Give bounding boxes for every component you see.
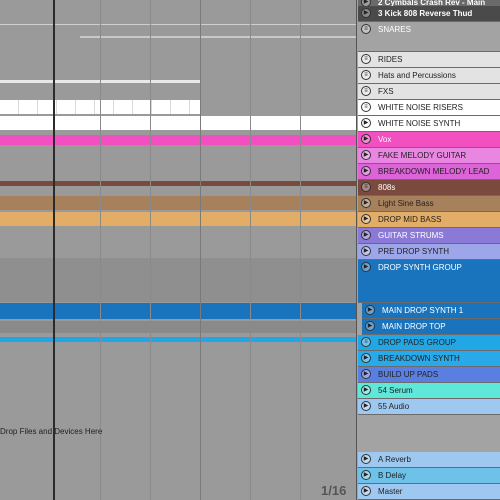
track-name: DROP PADS GROUP [378,338,456,347]
play-icon[interactable]: ▶ [361,454,371,464]
grid-line [100,0,101,500]
track-header[interactable]: ≡ WHITE NOISE RISERS [358,100,500,116]
track-header[interactable]: ▶ Light Sine Bass [358,196,500,212]
track-header[interactable]: ▶ BREAKDOWN MELODY LEAD [358,164,500,180]
track-header[interactable]: ▶ Master [358,484,500,500]
track-header[interactable]: ▶ 55 Audio [358,399,500,415]
track-name: WHITE NOISE RISERS [378,103,463,112]
track-header[interactable]: ▶ 3 Kick 808 Reverse Thud [358,6,500,22]
track-header[interactable]: ≡ Hats and Percussions [358,68,500,84]
track-name: Master [378,487,403,496]
track-name: BREAKDOWN MELODY LEAD [378,167,490,176]
track-headers-empty-area[interactable] [358,415,500,452]
track-header[interactable]: ≡ DROP PADS GROUP [358,335,500,351]
track-name: RIDES [378,55,403,64]
play-icon[interactable]: ▶ [361,385,371,395]
track-name: 55 Audio [378,402,410,411]
track-header[interactable]: ▶ MAIN DROP SYNTH 1 [362,303,500,319]
play-icon[interactable]: ▶ [361,118,371,128]
track-header[interactable]: ▶ B Delay [358,468,500,484]
track-header[interactable]: ▶ MAIN DROP TOP [362,319,500,335]
play-icon[interactable]: ▶ [365,321,375,331]
track-header[interactable]: ▶ DROP MID BASS [358,212,500,228]
track-header[interactable]: ▶ Vox [358,132,500,148]
track-header[interactable]: ▶ 54 Serum [358,383,500,399]
group-icon[interactable]: ≡ [361,86,371,96]
track-name: B Delay [378,471,407,480]
track-header[interactable]: ≡ FXS [358,84,500,100]
group-icon[interactable]: ≡ [361,24,371,34]
play-icon[interactable]: ▶ [361,214,371,224]
play-icon[interactable]: ▶ [361,369,371,379]
track-name: FXS [378,87,394,96]
track-header[interactable]: ▶ BUILD UP PADS [358,367,500,383]
track-name: 54 Serum [378,386,413,395]
track-name: 808s [378,183,396,192]
grid-line [150,0,151,500]
grid-line [300,0,301,500]
drop-files-hint: Drop Files and Devices Here [0,427,103,436]
group-icon[interactable]: ≡ [361,54,371,64]
play-icon[interactable]: ▶ [361,198,371,208]
track-name: Hats and Percussions [378,71,456,80]
track-header[interactable]: ▶ BREAKDOWN SYNTH [358,351,500,367]
play-icon[interactable]: ▶ [361,486,371,496]
track-name: PRE DROP SYNTH [378,247,449,256]
grid-zoom-label[interactable]: 1/16 [321,483,346,498]
track-name: DROP MID BASS [378,215,442,224]
group-icon[interactable]: ≡ [361,337,371,347]
track-name: BUILD UP PADS [378,370,439,379]
group-icon[interactable]: ≡ [361,70,371,80]
track-name: BREAKDOWN SYNTH [378,354,460,363]
track-headers-panel: ▶ 2 Cymbals Crash Rev - Main ▶ 3 Kick 808 R… [356,0,500,500]
play-icon[interactable]: ▶ [361,401,371,411]
track-header[interactable]: ▶ GUITAR STRUMS [358,228,500,244]
track-header[interactable]: ≡ RIDES [358,52,500,68]
track-header[interactable]: ▶ WHITE NOISE SYNTH [358,116,500,132]
track-name: WHITE NOISE SYNTH [378,119,461,128]
group-icon[interactable]: ≡ [361,102,371,112]
play-icon[interactable]: ▶ [361,262,371,272]
play-icon[interactable]: ▶ [365,305,375,315]
track-name: 3 Kick 808 Reverse Thud [378,9,473,18]
track-name: DROP SYNTH GROUP [378,263,462,272]
group-icon[interactable]: ≡ [361,182,371,192]
track-name: FAKE MELODY GUITAR [378,151,467,160]
track-name: GUITAR STRUMS [378,231,444,240]
track-name: MAIN DROP TOP [382,322,446,331]
play-icon[interactable]: ▶ [361,353,371,363]
play-icon[interactable]: ▶ [361,8,371,18]
play-icon[interactable]: ▶ [361,150,371,160]
track-name: Light Sine Bass [378,199,434,208]
grid-line [200,0,201,500]
track-header[interactable]: ▶ PRE DROP SYNTH [358,244,500,260]
lane-snares-clip[interactable] [80,36,356,38]
play-icon[interactable]: ▶ [361,166,371,176]
grid-line [250,0,251,500]
track-header[interactable]: ▶ FAKE MELODY GUITAR [358,148,500,164]
track-name: A Reverb [378,455,411,464]
track-header[interactable]: ▶ A Reverb [358,452,500,468]
play-icon[interactable]: ▶ [361,230,371,240]
track-header[interactable]: ▶ DROP SYNTH GROUP [358,260,500,303]
track-name: MAIN DROP SYNTH 1 [382,306,464,315]
track-name: SNARES [378,25,411,34]
play-icon[interactable]: ▶ [361,134,371,144]
track-header[interactable]: ≡ SNARES [358,22,500,52]
arrangement-view[interactable]: Drop Files and Devices Here 1/16 [0,0,356,500]
track-name: Vox [378,135,392,144]
track-header[interactable]: ≡ 808s [358,180,500,196]
grid-line [53,0,55,500]
play-icon[interactable]: ▶ [361,470,371,480]
play-icon[interactable]: ▶ [361,246,371,256]
